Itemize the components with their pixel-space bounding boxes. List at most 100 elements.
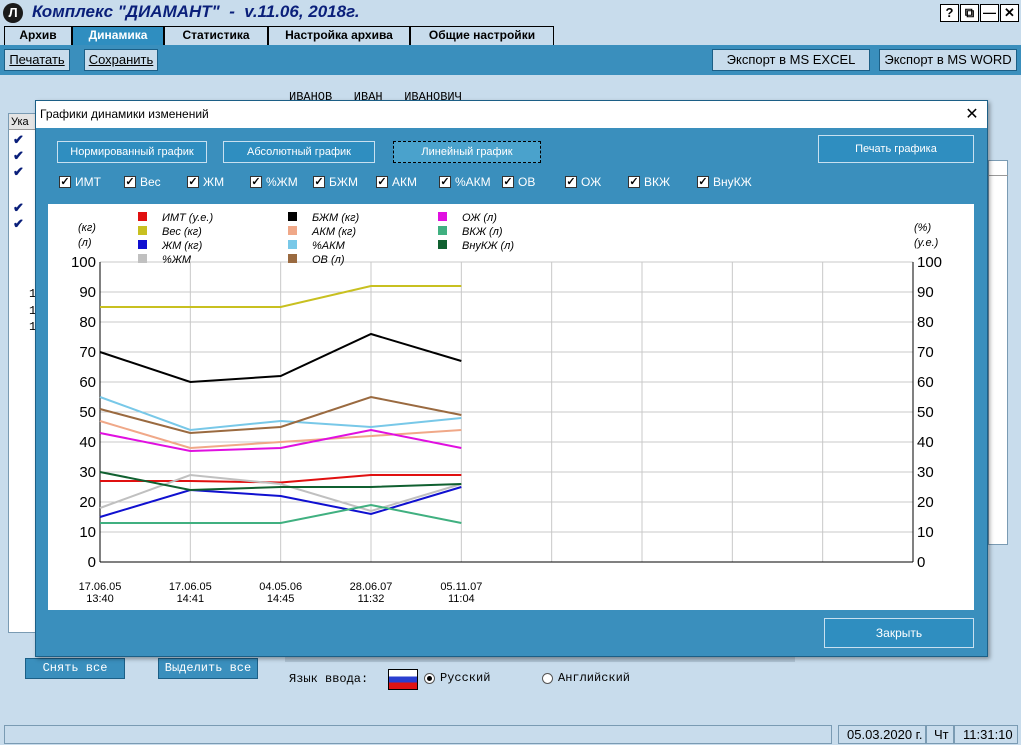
select-all-button[interactable]: Выделить все [158,658,258,679]
y-tick-label-right: 80 [917,314,934,331]
checkbox-label: ЖМ [203,175,225,189]
print-chart-button[interactable]: Печать графика [818,135,974,163]
x-tick-label: 28.06.07 [350,581,393,593]
minimize-button[interactable]: — [980,4,999,22]
check-icon: ✔ [13,200,24,215]
y-tick-label-right: 10 [917,524,934,541]
russian-label: Русский [440,671,491,685]
normalized-chart-button[interactable]: Нормированный график [57,141,207,163]
app-logo-icon: Л [3,3,23,23]
y-tick-label-left: 100 [71,254,96,271]
app-title: Комплекс "ДИАМАНТ" - v.11.06, 2018г. [32,2,360,21]
x-tick-label: 05.11.07 [440,581,482,593]
close-dialog-button[interactable]: Закрыть [824,618,974,648]
checkbox-label: ОВ [518,175,536,189]
title-bar: Л Комплекс "ДИАМАНТ" - v.11.06, 2018г. ?… [0,0,1021,26]
line-chart: 0 0 10 10 20 20 30 30 40 40 50 50 60 60 70 70 80 80 90 90 10… [48,204,974,610]
x-tick-label: 11:32 [358,593,385,605]
checkbox-label: АКМ [392,175,417,189]
check-icon: ✔ [13,132,24,147]
checkbox-box: ✓ [502,176,514,188]
y-tick-label-right: 90 [917,284,934,301]
status-time: 11:31:10 [954,725,1018,744]
checkbox-label: %АКМ [455,175,491,189]
legend-label: ОЖ (л) [462,212,497,224]
deselect-all-button[interactable]: Снять все [25,658,125,679]
legend-swatch [138,254,147,263]
right-unit-label: (у.е.) [914,237,939,249]
y-tick-label-right: 0 [917,554,925,571]
status-weekday: Чт [926,725,954,744]
english-label: Английский [558,671,631,685]
y-tick-label-right: 70 [917,344,934,361]
checkbox-box: ✓ [124,176,136,188]
checkbox-box: ✓ [187,176,199,188]
legend-label: ВКЖ (л) [462,226,503,238]
checkbox-box: ✓ [250,176,262,188]
legend-swatch [288,212,297,221]
close-icon[interactable]: ✕ [962,105,982,125]
save-button[interactable]: Сохранить [84,49,158,71]
y-tick-label-left: 40 [79,434,96,451]
linear-chart-button[interactable]: Линейный график [393,141,541,163]
checkbox-box: ✓ [565,176,577,188]
legend-label: Вес (кг) [162,226,202,238]
x-tick-label: 04.05.06 [259,581,302,593]
y-tick-label-left: 50 [79,404,96,421]
y-tick-label-right: 20 [917,494,934,511]
y-tick-label-right: 30 [917,464,934,481]
x-tick-label: 17.06.05 [79,581,122,593]
legend-label: АКМ (кг) [311,226,356,238]
checkbox-box: ✓ [59,176,71,188]
y-tick-label-left: 10 [79,524,96,541]
legend-label: ИМТ (у.е.) [162,212,213,224]
legend-label: ОВ (л) [312,254,345,266]
legend-swatch [438,240,447,249]
right-unit-label: (%) [914,222,931,234]
english-radio[interactable] [542,673,553,684]
legend-label: ЖМ (кг) [161,240,203,252]
check-icon: ✔ [13,216,24,231]
restore-button[interactable]: ⧉ [960,4,979,22]
tab-statistics[interactable]: Статистика [164,26,268,45]
x-tick-label: 17.06.05 [169,581,212,593]
legend-swatch [138,240,147,249]
x-tick-label: 14:45 [267,593,295,605]
legend-swatch [288,240,297,249]
y-tick-label-left: 60 [79,374,96,391]
x-tick-label: 13:40 [86,593,114,605]
legend-swatch [138,226,147,235]
checkbox-label: %ЖМ [266,175,298,189]
absolute-chart-button[interactable]: Абсолютный график [223,141,375,163]
check-icon: ✔ [13,164,24,179]
x-tick-label: 11:04 [448,593,475,605]
checkbox-label: ВКЖ [644,175,671,189]
help-button[interactable]: ? [940,4,959,22]
divider [988,175,1008,176]
dialog-title-bar: Графики динамики изменений ✕ [36,101,987,128]
checkbox-box: ✓ [313,176,325,188]
y-tick-label-left: 30 [79,464,96,481]
legend-swatch [288,226,297,235]
input-language-label: Язык ввода: [289,672,369,686]
y-tick-label-right: 40 [917,434,934,451]
checkbox-box: ✓ [628,176,640,188]
side-panel [988,160,1008,545]
tab-archive[interactable]: Архив [4,26,72,45]
tab-dynamics[interactable]: Динамика [72,26,164,45]
russian-flag-icon [388,669,418,690]
close-app-button[interactable]: ✕ [1000,4,1019,22]
left-unit-label: (л) [78,237,92,249]
russian-radio[interactable] [424,673,435,684]
tab-archive-settings[interactable]: Настройка архива [268,26,410,45]
status-date: 05.03.2020 г. [838,725,926,744]
legend-swatch [138,212,147,221]
export-word-button[interactable]: Экспорт в MS WORD [879,49,1017,71]
tab-general-settings[interactable]: Общие настройки [410,26,554,45]
print-button[interactable]: Печатать [4,49,70,71]
legend-swatch [438,226,447,235]
indicator-list[interactable]: Ука ✔ ✔ ✔ ✔ ✔ [8,113,39,633]
export-excel-button[interactable]: Экспорт в MS EXCEL [712,49,870,71]
y-tick-label-right: 50 [917,404,934,421]
check-icon: ✔ [13,148,24,163]
